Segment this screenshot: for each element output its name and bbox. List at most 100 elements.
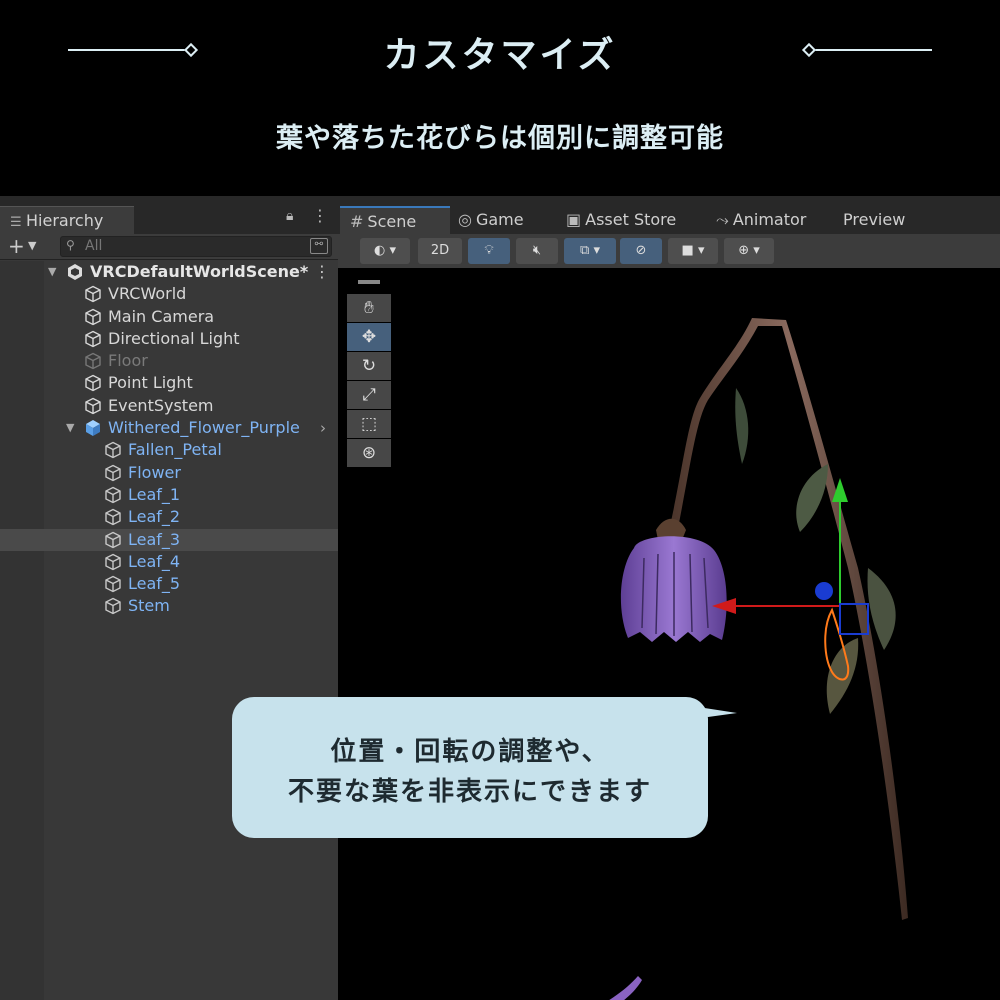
gameobject-cube-icon [105,442,121,459]
gameobject-cube-icon [105,598,121,615]
expand-arrow-icon[interactable]: ▼ [66,417,74,439]
hierarchy-row-label: Leaf_3 [128,529,181,549]
tab-game-label: Game [475,210,524,229]
scene-panel: # Scene ◎ Game ▣ Asset Store ⤳ Animator Prev… [338,196,1000,1000]
gameobject-cube-icon [105,508,121,526]
callout-line-2: 不要な葉を非表示にできます [287,777,652,807]
unity-scene-icon [68,264,82,280]
hierarchy-row[interactable]: Point Light [0,372,338,394]
hierarchy-row-label: Leaf_2 [128,507,181,527]
gameobject-cube-icon [85,397,101,415]
mute-icon: 🔇︎ [532,243,542,258]
hierarchy-row[interactable]: Main Camera [0,306,338,328]
gameobject-cube-icon [85,330,101,348]
leaf-1 [735,388,749,464]
hierarchy-row-label: Point Light [108,373,193,393]
layers-icon: ⧉ [580,243,590,258]
hidden-objects-toggle-button[interactable]: ⊘ [620,238,662,264]
add-button[interactable]: + [8,234,25,258]
hierarchy-row[interactable]: VRCWorld [0,283,338,305]
search-icon: ⚲ [66,238,75,252]
animator-icon: ⤳ [716,210,729,229]
scene-viewport[interactable]: ✋︎ ✥ ↻ ⤢ ⬚ ⊛ [338,268,1000,1000]
hierarchy-row[interactable]: Fallen_Petal [0,439,338,461]
hierarchy-row-label: Floor [108,351,148,371]
tab-game[interactable]: ◎ Game [458,206,524,234]
callout-line-1: 位置・回転の調整や、 [330,737,610,767]
gamepad-icon: ◎ [458,210,472,229]
hierarchy-row[interactable]: Floor [0,350,338,372]
gameobject-cube-icon [85,352,101,370]
filter-icon[interactable]: ⚯ [310,238,328,254]
tab-scene[interactable]: # Scene [340,206,450,234]
hierarchy-toolbar: + ▼ All ⚲ ⚯ [0,234,338,260]
hierarchy-row[interactable]: Leaf_3 [0,528,338,551]
grid-icon: # [350,212,364,231]
chevron-right-icon[interactable]: › [320,417,326,439]
audio-toggle-button[interactable]: 🔇︎ [516,238,558,264]
lock-icon[interactable]: 🔒︎ [286,208,293,224]
tab-scene-label: Scene [367,212,417,231]
gameobject-cube-icon [105,575,121,593]
leaf-2 [796,464,828,532]
banner-title: カスタマイズ [383,34,617,76]
kebab-menu-icon[interactable]: ⋮ [312,206,328,225]
chevron-down-icon[interactable]: ▼ [28,239,36,252]
scene-tabbar: # Scene ◎ Game ▣ Asset Store ⤳ Animator Prev… [338,196,1000,234]
hierarchy-tree: ▼ VRCDefaultWorldScene* ⋮ VRCWorld Main Came… [0,261,338,618]
prefab-cube-icon [86,420,100,437]
fallen-petal [609,976,642,1000]
tab-preview-label: Preview [843,210,906,229]
lightbulb-icon: 💡︎ [484,243,494,258]
hierarchy-row[interactable]: Leaf_5 [0,573,338,595]
2d-toggle-button[interactable]: 2D [418,238,462,264]
tab-hierarchy-label: Hierarchy [26,211,104,230]
gameobject-cube-icon [105,553,121,571]
expand-arrow-icon[interactable]: ▼ [48,261,56,283]
gizmo-z-handle[interactable] [815,582,833,600]
hierarchy-row[interactable]: ▼ VRCDefaultWorldScene* ⋮ [0,261,338,283]
hierarchy-tabbar: ☰ Hierarchy 🔒︎ ⋮ [0,196,338,234]
hierarchy-row[interactable]: Stem [0,595,338,617]
shading-mode-dropdown[interactable]: ◐ ▾ [360,238,410,264]
gizmos-dropdown[interactable]: ⊕ ▾ [724,238,774,264]
hierarchy-row-label: Leaf_5 [128,574,181,594]
hierarchy-row-label: EventSystem [108,395,214,415]
gizmo-globe-icon: ⊕ [738,243,750,258]
hierarchy-row[interactable]: Directional Light [0,328,338,350]
tab-preview[interactable]: Preview [843,206,905,234]
kebab-menu-icon[interactable]: ⋮ [314,261,330,283]
gameobject-cube-icon [85,308,101,325]
hierarchy-row[interactable]: Leaf_2 [0,506,338,528]
hierarchy-row-label: Stem [128,596,170,616]
hierarchy-row[interactable]: ▼ Withered_Flower_Purple › [0,417,338,439]
hierarchy-row[interactable]: Leaf_4 [0,551,338,573]
hierarchy-row-label: Directional Light [108,328,240,348]
hierarchy-row-label: Main Camera [108,306,215,326]
scene-render [609,318,908,1000]
hierarchy-row-label: Fallen_Petal [128,440,222,460]
hierarchy-row-label: VRCDefaultWorldScene* [90,262,309,281]
tab-hierarchy[interactable]: ☰ Hierarchy [0,206,134,234]
effects-dropdown[interactable]: ⧉ ▾ [564,238,616,264]
hierarchy-row-label: Leaf_4 [128,551,181,571]
tab-asset-store[interactable]: ▣ Asset Store [566,206,676,234]
lighting-toggle-button[interactable]: 💡︎ [468,238,510,264]
search-input[interactable]: All [60,236,332,257]
tab-animator-label: Animator [732,210,807,229]
hierarchy-row[interactable]: EventSystem [0,395,338,417]
camera-settings-dropdown[interactable]: ■ ▾ [668,238,718,264]
callout-bubble: 位置・回転の調整や、 不要な葉を非表示にできます [232,697,737,838]
list-icon: ☰ [10,215,22,230]
hierarchy-row[interactable]: Flower [0,462,338,484]
gameobject-cube-icon [105,531,121,548]
gameobject-cube-icon [105,464,121,481]
gameobject-cube-icon [85,375,101,392]
header-banner: カスタマイズ 葉や落ちた花びらは個別に調整可能 [0,0,1000,196]
hierarchy-row-label: Leaf_1 [128,484,181,504]
tab-animator[interactable]: ⤳ Animator [716,206,806,234]
eye-slash-icon: ⊘ [635,243,647,258]
hierarchy-panel: ☰ Hierarchy 🔒︎ ⋮ + ▼ All ⚲ ⚯ ▼ VRCDefaultW… [0,196,338,1000]
hierarchy-row[interactable]: Leaf_1 [0,484,338,506]
banner-subtitle: 葉や落ちた花びらは個別に調整可能 [276,123,724,154]
